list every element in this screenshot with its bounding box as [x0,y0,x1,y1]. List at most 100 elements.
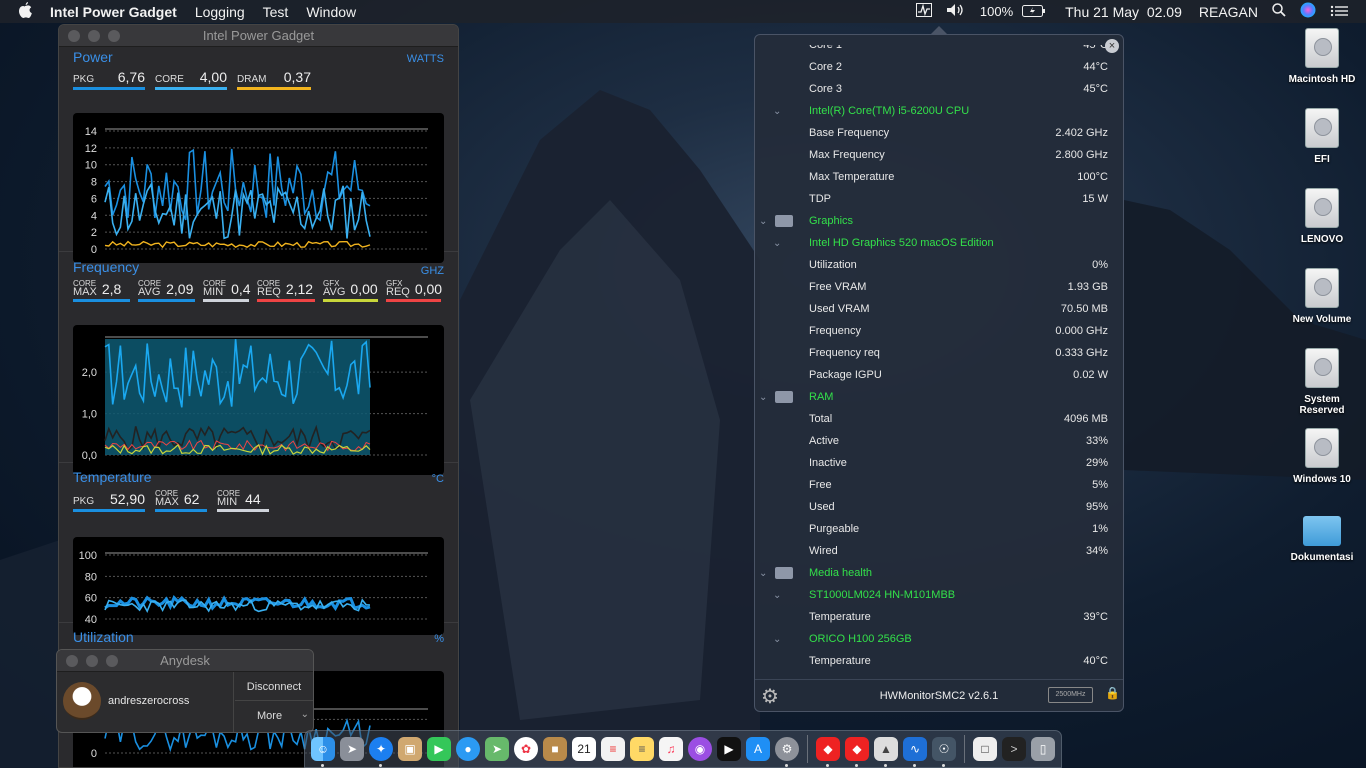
app-menu[interactable]: Intel Power Gadget [41,4,186,20]
lock-icon[interactable]: 🔒 [1105,686,1120,700]
battery-icon[interactable] [1015,4,1053,20]
hwmonitor-dock-icon[interactable]: ☉ [932,737,956,767]
hwmonitor-popover: × Core 1 45°C Core 2 44°C Core 3 45°C ⌄ Intel(R… [754,34,1124,712]
intel-power-gadget-dock-icon[interactable]: ∿ [903,737,927,767]
close-icon[interactable]: × [1105,39,1119,53]
drive-icon[interactable]: System Reserved [1282,348,1362,416]
close-button[interactable] [66,654,78,667]
sensor-group-row[interactable]: ⌄ Intel HD Graphics 520 macOS Edition [755,232,1123,254]
app-store-icon[interactable]: A [746,737,770,761]
hwmonitor-status-icon[interactable] [909,3,939,20]
sensor-name: Base Frequency [809,127,890,139]
tick-label: 2,0 [82,367,97,379]
drive-icon[interactable]: Macintosh HD [1282,28,1362,85]
sensor-row: Frequency 0.000 GHz [755,320,1123,342]
chevron-down-icon[interactable]: ⌄ [773,238,781,249]
sensor-group-row[interactable]: ⌄ Intel(R) Core(TM) i5-6200U CPU [755,100,1123,122]
podcasts-icon[interactable]: ◉ [688,737,712,761]
chevron-down-icon[interactable]: ⌄ [759,568,767,579]
trash-icon[interactable]: ▯ [1031,737,1055,761]
safari-icon[interactable]: ✦ [369,737,393,767]
folder-icon[interactable]: Dokumentasi [1282,508,1362,563]
anydesk-window: Anydesk andreszerocross Disconnect More ⌄ [56,649,314,733]
minimize-button[interactable] [86,654,98,667]
tick-label: 4 [91,210,97,222]
calendar-icon[interactable]: 21 [572,737,596,761]
frequency-title: Frequency [73,259,140,275]
anydesk-dock-icon[interactable]: ◆ [816,737,840,767]
system-preferences-icon[interactable]: ⚙ [775,737,799,767]
sensor-row: Core 3 45°C [755,78,1123,100]
sensor-group-row[interactable]: ⌄ RAM [755,386,1123,408]
minimize-button[interactable] [88,29,100,42]
photo-preview-icon[interactable]: ▣ [398,737,422,761]
tick-label: 100 [79,550,97,562]
chevron-down-icon[interactable]: ⌄ [773,590,781,601]
metric-frequency: CORE REQ 2,12 [257,279,315,302]
notes-icon[interactable]: ≡ [630,737,654,761]
document-icon[interactable]: □ [973,737,997,761]
zoom-button[interactable] [108,29,120,42]
sensor-row: Core 2 44°C [755,56,1123,78]
disconnect-button[interactable]: Disconnect [235,673,313,701]
anydesk-user: andreszerocross [108,695,190,707]
spotlight-search-icon[interactable] [1265,3,1293,20]
chevron-down-icon[interactable]: ⌄ [759,216,767,227]
ipg-titlebar[interactable]: Intel Power Gadget [59,25,458,47]
sensor-value: 2.402 GHz [1055,127,1108,139]
battery-percent[interactable]: 100% [973,4,1015,19]
dock-separator [807,735,808,763]
launchpad-icon[interactable]: ➤ [340,737,364,761]
terminal-icon[interactable]: > [1002,737,1026,761]
utility-icon[interactable]: ▲ [874,737,898,767]
menu-logging[interactable]: Logging [186,4,254,20]
drive-icon[interactable]: New Volume [1282,268,1362,325]
chevron-down-icon[interactable]: ⌄ [773,634,781,645]
notification-center-icon[interactable] [1323,4,1366,20]
volume-icon[interactable] [939,3,973,20]
sensor-group-row[interactable]: ⌄ ORICO H100 256GB [755,628,1123,650]
tv-icon[interactable]: ▶ [717,737,741,761]
finder-icon[interactable]: ☺ [311,737,335,767]
datetime[interactable]: Thu 21 May 02.09 [1053,4,1189,20]
frequency-section: Frequency GHZ CORE MAX 2,8 CORE AVG 2,09 CORE M… [59,253,458,475]
photos-icon[interactable]: ✿ [514,737,538,761]
user-name[interactable]: REAGAN [1189,4,1265,20]
anydesk-alt-dock-icon[interactable]: ◆ [845,737,869,767]
facetime-icon[interactable]: ▶ [427,737,451,761]
drive-icon[interactable]: EFI [1282,108,1362,165]
sensor-value: 44°C [1083,61,1108,73]
anydesk-titlebar[interactable]: Anydesk [57,650,313,672]
sensor-name: Media health [809,567,872,579]
contacts-icon[interactable]: ■ [543,737,567,761]
messages-icon[interactable]: ● [456,737,480,761]
reminders-icon[interactable]: ≡ [601,737,625,761]
hard-drive-icon [1305,268,1339,308]
more-button[interactable]: More ⌄ [235,702,313,730]
maps-icon[interactable]: ➤ [485,737,509,761]
sensor-name: Intel HD Graphics 520 macOS Edition [809,237,994,249]
chevron-down-icon[interactable]: ⌄ [759,392,767,403]
siri-icon[interactable] [1293,2,1323,21]
menu-bar: Intel Power Gadget Logging Test Window 1… [0,0,1366,23]
chevron-down-icon[interactable]: ⌄ [773,106,781,117]
sensor-group-row[interactable]: ⌄ ST1000LM024 HN-M101MBB [755,584,1123,606]
zoom-button[interactable] [106,654,118,667]
menu-test[interactable]: Test [254,4,298,20]
music-icon[interactable]: ♫ [659,737,683,761]
sensor-name: Free [809,479,832,491]
drive-icon[interactable]: Windows 10 [1282,428,1362,485]
drive-icon[interactable]: LENOVO [1282,188,1362,245]
chevron-down-icon: ⌄ [300,709,309,720]
sensor-list[interactable]: Core 1 45°C Core 2 44°C Core 3 45°C ⌄ Intel(R) … [755,45,1123,681]
close-button[interactable] [68,29,80,42]
menu-window[interactable]: Window [297,4,365,20]
apple-menu-icon[interactable] [0,1,41,22]
tick-label: 0 [91,748,97,760]
sensor-value: 29% [1085,457,1108,469]
calendar-day: 21 [577,742,591,756]
frequency-badge: 2500MHz [1048,687,1093,703]
sensor-value: 45°C [1083,83,1108,95]
sensor-group-row[interactable]: ⌄ Graphics [755,210,1123,232]
sensor-group-row[interactable]: ⌄ Media health [755,562,1123,584]
